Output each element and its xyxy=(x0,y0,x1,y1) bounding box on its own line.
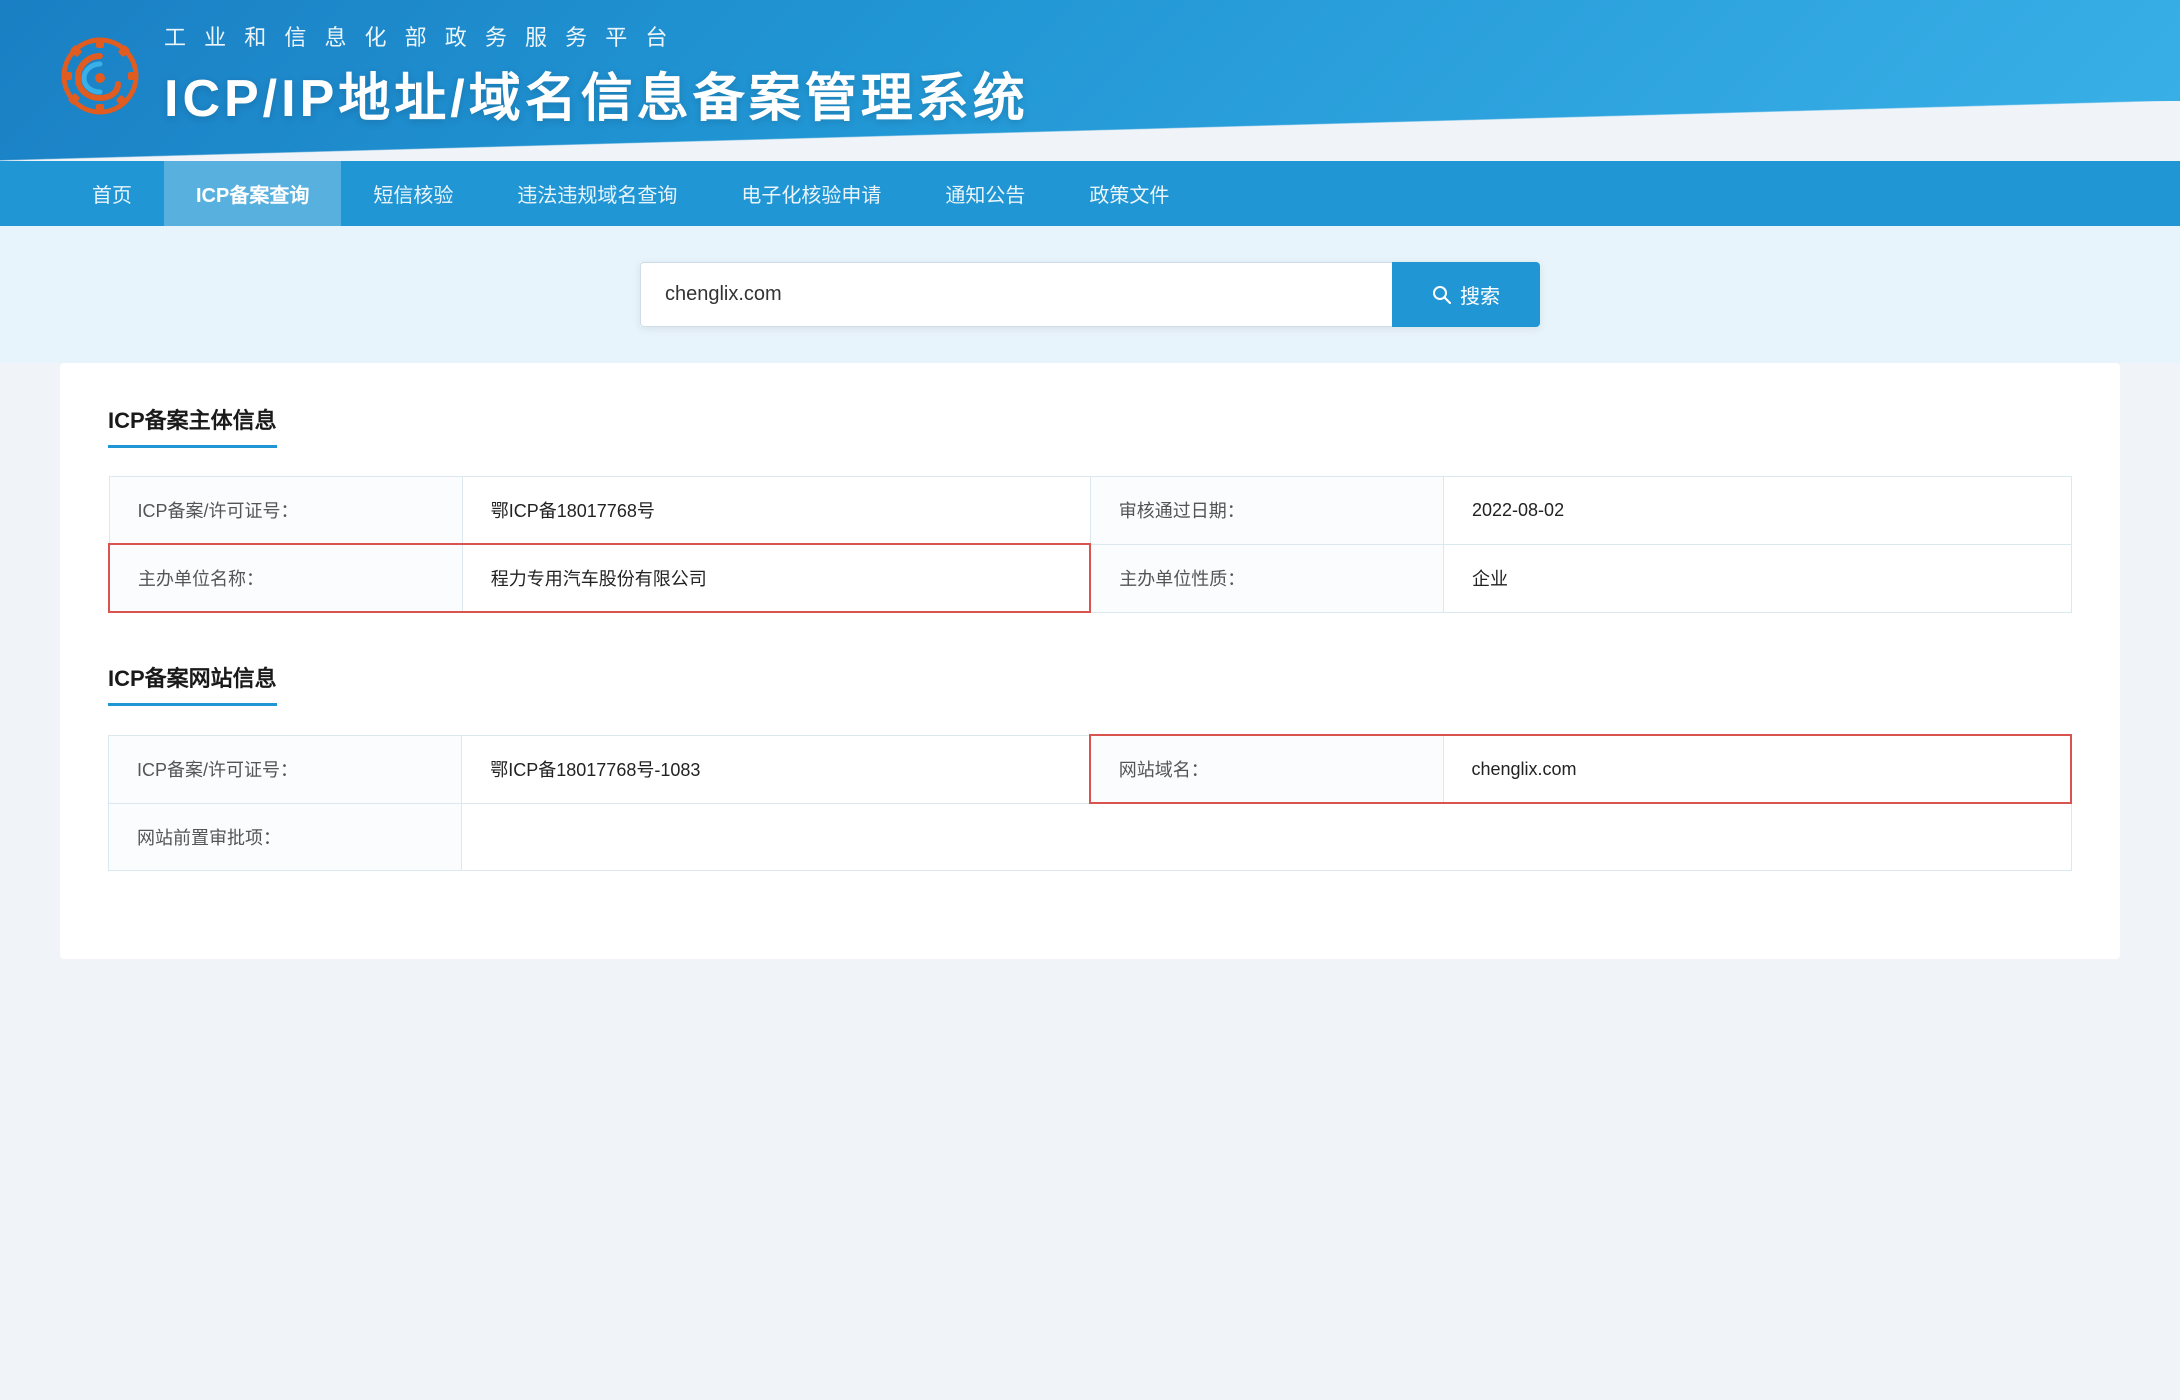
nav-sms-verify[interactable]: 短信核验 xyxy=(341,161,485,226)
label-approve-date: 审核通过日期： xyxy=(1090,477,1443,545)
page-header: 工 业 和 信 息 化 部 政 务 服 务 平 台 ICP/IP地址/域名信息备… xyxy=(0,0,2180,161)
table-row: ICP备案/许可证号： 鄂ICP备18017768号-1083 网站域名： ch… xyxy=(109,735,2072,803)
header-title: ICP/IP地址/域名信息备案管理系统 xyxy=(164,56,1029,131)
nav-policy[interactable]: 政策文件 xyxy=(1057,161,1201,226)
label-icp-cert-1: ICP备案/许可证号： xyxy=(109,477,462,545)
search-input[interactable] xyxy=(640,262,1392,327)
label-org-type: 主办单位性质： xyxy=(1090,544,1443,612)
value-org-type: 企业 xyxy=(1444,544,2072,612)
value-org-name: 程力专用汽车股份有限公司 xyxy=(462,544,1090,612)
main-content: ICP备案主体信息 ICP备案/许可证号： 鄂ICP备18017768号 审核通… xyxy=(60,363,2120,959)
table-row: ICP备案/许可证号： 鄂ICP备18017768号 审核通过日期： 2022-… xyxy=(109,477,2072,545)
table-row: 网站前置审批项： xyxy=(109,803,2072,870)
value-icp-cert-1: 鄂ICP备18017768号 xyxy=(462,477,1090,545)
search-area: 搜索 xyxy=(0,226,2180,363)
value-pre-approval xyxy=(462,803,2071,870)
value-approve-date: 2022-08-02 xyxy=(1444,477,2072,545)
logo-icon xyxy=(60,36,140,116)
website-info-table: ICP备案/许可证号： 鄂ICP备18017768号-1083 网站域名： ch… xyxy=(108,734,2072,871)
section2-title: ICP备案网站信息 xyxy=(108,661,277,706)
subject-info-table: ICP备案/许可证号： 鄂ICP备18017768号 审核通过日期： 2022-… xyxy=(108,476,2072,613)
label-domain: 网站域名： xyxy=(1090,735,1443,803)
table-row-highlight: 主办单位名称： 程力专用汽车股份有限公司 主办单位性质： 企业 xyxy=(109,544,2072,612)
search-button[interactable]: 搜索 xyxy=(1392,262,1540,327)
header-subtitle: 工 业 和 信 息 化 部 政 务 服 务 平 台 xyxy=(164,20,1029,52)
nav-illegal-domain[interactable]: 违法违规域名查询 xyxy=(485,161,709,226)
label-icp-cert-2: ICP备案/许可证号： xyxy=(109,735,462,803)
section-icp-subject: ICP备案主体信息 ICP备案/许可证号： 鄂ICP备18017768号 审核通… xyxy=(108,403,2072,613)
nav-notice[interactable]: 通知公告 xyxy=(913,161,1057,226)
nav-icp-query[interactable]: ICP备案查询 xyxy=(164,161,341,226)
value-domain: chenglix.com xyxy=(1443,735,2071,803)
main-nav: 首页 ICP备案查询 短信核验 违法违规域名查询 电子化核验申请 通知公告 政策… xyxy=(0,161,2180,226)
nav-home[interactable]: 首页 xyxy=(60,161,164,226)
nav-electronic-apply[interactable]: 电子化核验申请 xyxy=(709,161,913,226)
value-icp-cert-2: 鄂ICP备18017768号-1083 xyxy=(462,735,1090,803)
search-container: 搜索 xyxy=(640,262,1540,327)
section1-title: ICP备案主体信息 xyxy=(108,403,277,448)
label-pre-approval: 网站前置审批项： xyxy=(109,803,462,870)
section-icp-website: ICP备案网站信息 ICP备案/许可证号： 鄂ICP备18017768号-108… xyxy=(108,661,2072,871)
label-org-name: 主办单位名称： xyxy=(109,544,462,612)
search-icon xyxy=(1432,285,1452,305)
